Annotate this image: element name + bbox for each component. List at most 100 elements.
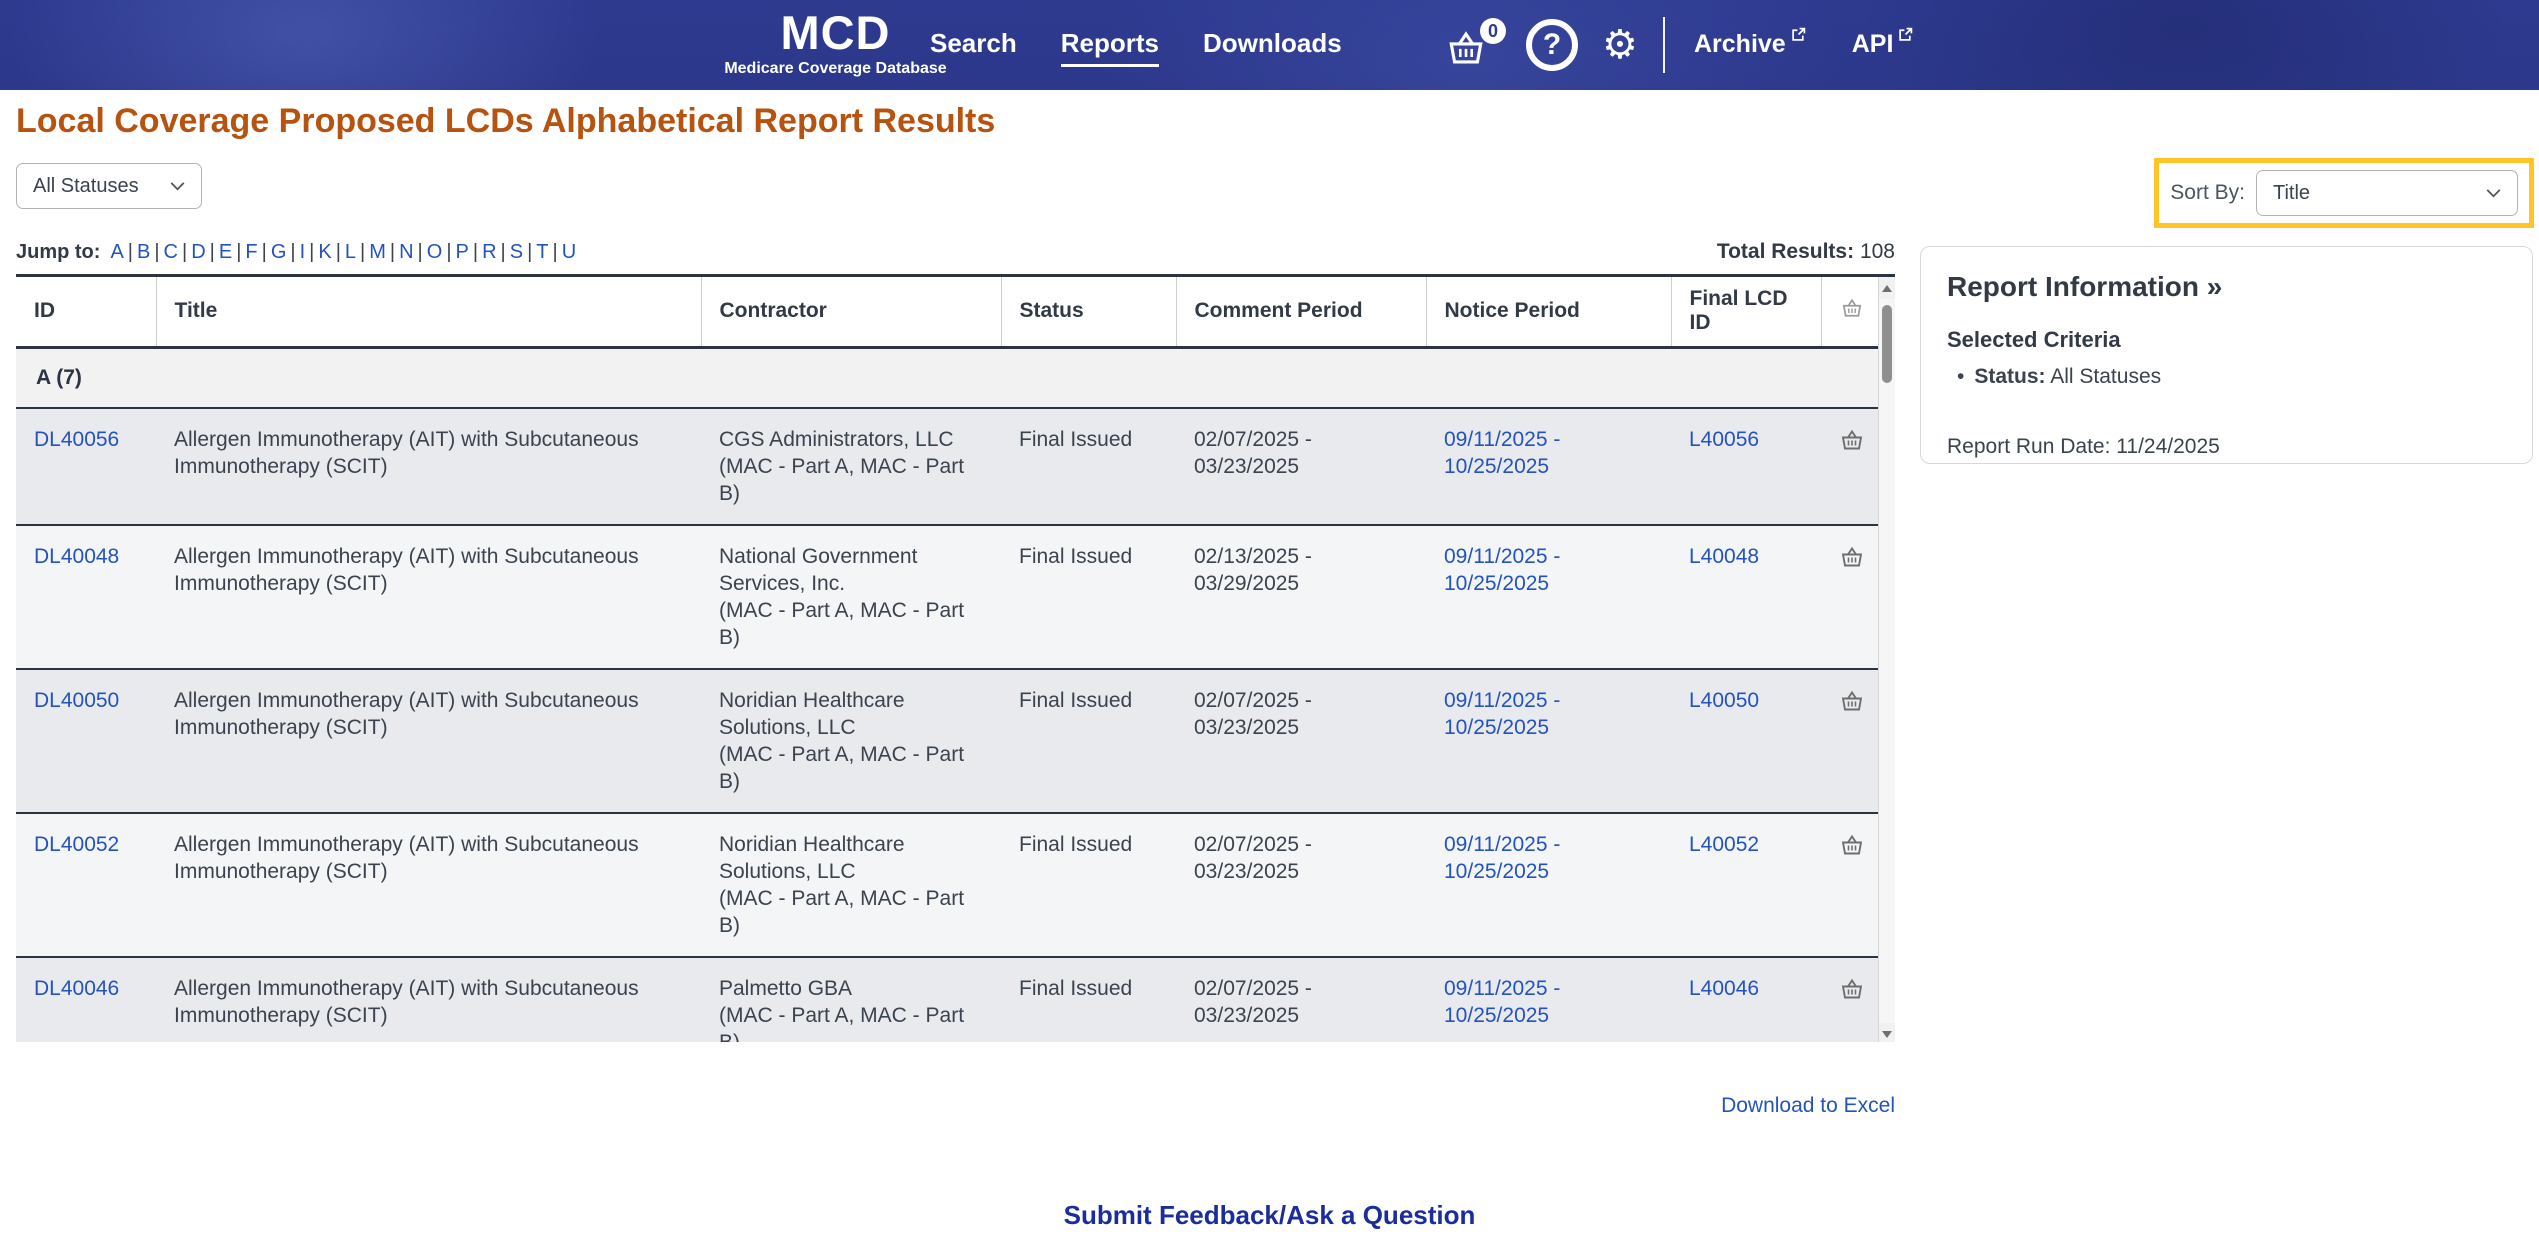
proposed-lcd-id-link[interactable]: DL40046: [34, 977, 119, 1000]
mcd-report-page: MCD Medicare Coverage Database Search Re…: [0, 0, 2539, 1247]
jump-to-letter-R[interactable]: R: [478, 241, 500, 263]
row-notice-period-link[interactable]: 09/11/2025 - 10/25/2025: [1444, 428, 1560, 478]
row-notice-period-link[interactable]: 09/11/2025 - 10/25/2025: [1444, 545, 1560, 595]
submit-feedback-link[interactable]: Submit Feedback/Ask a Question: [1064, 1200, 1476, 1230]
row-status: Final Issued: [1001, 957, 1176, 1043]
jump-to-label: Jump to:: [16, 241, 100, 263]
criteria-value: All Statuses: [2050, 365, 2161, 388]
row-notice-period-link[interactable]: 09/11/2025 - 10/25/2025: [1444, 833, 1560, 883]
jump-to-letter-S[interactable]: S: [506, 241, 527, 263]
row-title: Allergen Immunotherapy (AIT) with Subcut…: [156, 957, 701, 1043]
jump-to-letter-G[interactable]: G: [267, 241, 291, 263]
main-nav: Search Reports Downloads: [930, 28, 1342, 67]
jump-to-letter-A[interactable]: A: [106, 241, 127, 263]
row-title: Allergen Immunotherapy (AIT) with Subcut…: [156, 813, 701, 957]
row-comment-period: 02/07/2025 - 03/23/2025: [1176, 957, 1426, 1043]
jump-to-letter-I[interactable]: I: [296, 241, 310, 263]
jump-to-letter-U[interactable]: U: [558, 241, 580, 263]
proposed-lcd-id-link[interactable]: DL40048: [34, 545, 119, 568]
logo-title: MCD: [718, 8, 953, 58]
jump-to-links: Jump to:A|B|C|D|E|F|G|I|K|L|M|N|O|P|R|S|…: [16, 241, 580, 264]
add-to-basket-icon[interactable]: [1840, 834, 1864, 863]
table-vertical-scrollbar[interactable]: [1878, 277, 1895, 1042]
scrollbar-up-arrow[interactable]: [1879, 277, 1895, 299]
double-chevron-icon: »: [2207, 271, 2223, 302]
mcd-logo[interactable]: MCD Medicare Coverage Database: [718, 8, 953, 78]
archive-link[interactable]: Archive: [1694, 30, 1806, 59]
row-status: Final Issued: [1001, 669, 1176, 813]
site-header: MCD Medicare Coverage Database Search Re…: [0, 0, 2539, 90]
col-header-id[interactable]: ID: [16, 277, 156, 347]
final-lcd-id-link[interactable]: L40056: [1689, 428, 1759, 451]
proposed-lcd-id-link[interactable]: DL40056: [34, 428, 119, 451]
jump-to-letter-K[interactable]: K: [314, 241, 335, 263]
final-lcd-id-link[interactable]: L40046: [1689, 977, 1759, 1000]
jump-to-letter-E[interactable]: E: [215, 241, 236, 263]
basket-icon: [1841, 298, 1863, 318]
jump-to-letter-B[interactable]: B: [133, 241, 154, 263]
settings-gear-icon[interactable]: ⚙: [1602, 19, 1638, 71]
proposed-lcd-id-link[interactable]: DL40052: [34, 833, 119, 856]
jump-to-letter-P[interactable]: P: [452, 241, 473, 263]
jump-to-letter-T[interactable]: T: [532, 241, 552, 263]
nav-reports[interactable]: Reports: [1061, 28, 1159, 67]
row-contractor: Palmetto GBA: [719, 975, 987, 1002]
row-notice-period-link[interactable]: 09/11/2025 - 10/25/2025: [1444, 977, 1560, 1027]
basket-button[interactable]: 0: [1446, 20, 1502, 70]
scrollbar-thumb[interactable]: [1882, 305, 1892, 383]
add-to-basket-icon[interactable]: [1840, 429, 1864, 458]
chevron-down-icon: [170, 182, 185, 191]
external-links: Archive API: [1694, 30, 1913, 59]
download-to-excel-link[interactable]: Download to Excel: [1721, 1094, 1895, 1118]
jump-to-letter-L[interactable]: L: [341, 241, 360, 263]
results-table-scroll-area: ID Title Contractor Status Comment Perio…: [16, 277, 1878, 1042]
final-lcd-id-link[interactable]: L40050: [1689, 689, 1759, 712]
jump-to-letter-M[interactable]: M: [365, 241, 390, 263]
status-filter-select[interactable]: All Statuses: [16, 163, 202, 209]
row-contractor-type: (MAC - Part A, MAC - Part B): [719, 453, 987, 507]
col-header-status[interactable]: Status: [1001, 277, 1176, 347]
add-to-basket-icon[interactable]: [1840, 978, 1864, 1007]
jump-to-letter-D[interactable]: D: [187, 241, 209, 263]
row-comment-period: 02/07/2025 - 03/23/2025: [1176, 669, 1426, 813]
jump-to-letter-N[interactable]: N: [395, 241, 417, 263]
table-row: DL40048 Allergen Immunotherapy (AIT) wit…: [16, 525, 1878, 669]
sort-by-label: Sort By:: [2170, 181, 2245, 205]
row-status: Final Issued: [1001, 525, 1176, 669]
col-header-title[interactable]: Title: [156, 277, 701, 347]
final-lcd-id-link[interactable]: L40048: [1689, 545, 1759, 568]
jump-to-separator: |: [418, 241, 423, 263]
status-filter-value: All Statuses: [33, 175, 139, 198]
row-comment-period: 02/07/2025 - 03/23/2025: [1176, 813, 1426, 957]
col-header-final-lcd-id[interactable]: Final LCD ID: [1671, 277, 1821, 347]
row-contractor-type: (MAC - Part A, MAC - Part B): [719, 597, 987, 651]
jump-to-letter-F[interactable]: F: [241, 241, 261, 263]
col-header-notice-period[interactable]: Notice Period: [1426, 277, 1671, 347]
group-row-a: A (7): [16, 347, 1878, 408]
help-button[interactable]: ?: [1526, 19, 1578, 71]
results-table-header: ID Title Contractor Status Comment Perio…: [16, 277, 1878, 347]
col-header-contractor[interactable]: Contractor: [701, 277, 1001, 347]
add-to-basket-icon[interactable]: [1840, 690, 1864, 719]
jump-to-separator: |: [290, 241, 295, 263]
row-comment-period: 02/07/2025 - 03/23/2025: [1176, 408, 1426, 525]
row-status: Final Issued: [1001, 408, 1176, 525]
col-header-comment-period[interactable]: Comment Period: [1176, 277, 1426, 347]
external-link-icon: [1791, 27, 1806, 42]
jump-to-letter-C[interactable]: C: [160, 241, 182, 263]
proposed-lcd-id-link[interactable]: DL40050: [34, 689, 119, 712]
nav-search[interactable]: Search: [930, 28, 1017, 67]
nav-downloads[interactable]: Downloads: [1203, 28, 1342, 67]
row-contractor: Noridian Healthcare Solutions, LLC: [719, 831, 987, 885]
api-link[interactable]: API: [1852, 30, 1914, 59]
final-lcd-id-link[interactable]: L40052: [1689, 833, 1759, 856]
add-to-basket-icon[interactable]: [1840, 546, 1864, 575]
report-information-toggle[interactable]: Report Information »: [1947, 271, 2506, 303]
report-information-heading: Report Information: [1947, 271, 2199, 302]
jump-to-letter-O[interactable]: O: [423, 241, 447, 263]
col-header-basket[interactable]: [1821, 277, 1878, 347]
row-contractor-type: (MAC - Part A, MAC - Part B): [719, 1002, 987, 1043]
row-notice-period-link[interactable]: 09/11/2025 - 10/25/2025: [1444, 689, 1560, 739]
scrollbar-down-arrow[interactable]: [1879, 1023, 1895, 1042]
sort-by-select[interactable]: Title: [2256, 170, 2518, 216]
